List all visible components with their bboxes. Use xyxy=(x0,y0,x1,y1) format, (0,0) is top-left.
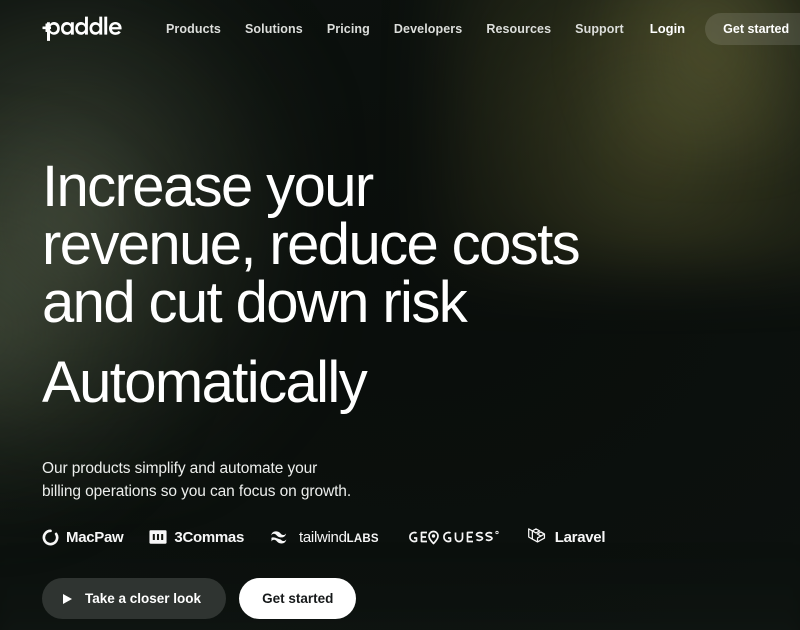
client-logo-tailwind-labs: tailwindLABS xyxy=(270,529,379,546)
main-nav: Products Solutions Pricing Developers Re… xyxy=(154,16,636,42)
client-logo-macpaw: MacPaw xyxy=(42,528,124,546)
client-name-3commas: 3Commas xyxy=(174,528,245,546)
play-icon xyxy=(63,593,72,604)
nav-item-resources[interactable]: Resources xyxy=(474,16,563,42)
client-name-laravel: Laravel xyxy=(554,528,606,546)
client-name-tailwind-labs: tailwindLABS xyxy=(299,529,379,546)
client-name-macpaw: MacPaw xyxy=(66,528,124,546)
subcopy-line-1: Our products simplify and automate your xyxy=(42,460,318,477)
subcopy-line-2: billing operations so you can focus on g… xyxy=(42,483,352,500)
nav-item-support[interactable]: Support xyxy=(563,16,636,42)
hero-get-started-button[interactable]: Get started xyxy=(239,578,357,619)
client-logo-laravel: Laravel xyxy=(526,526,605,548)
macpaw-arc-icon xyxy=(42,529,59,545)
take-a-closer-look-label: Take a closer look xyxy=(85,591,202,606)
headline-line-2: revenue, reduce costs xyxy=(42,212,581,277)
headline-line-3: and cut down risk xyxy=(42,270,468,335)
hero-cta-row: Take a closer look Get started xyxy=(42,578,800,619)
nav-item-solutions[interactable]: Solutions xyxy=(233,16,315,42)
hero-subcopy: Our products simplify and automate your … xyxy=(42,457,800,503)
hero-headline-emphasis: Automatically xyxy=(42,350,368,415)
login-link[interactable]: Login xyxy=(636,15,699,42)
client-logo-3commas: 3Commas xyxy=(149,528,244,546)
site-header: Products Solutions Pricing Developers Re… xyxy=(0,0,800,57)
hero-headline: Increase your revenue, reduce costs and … xyxy=(42,158,682,332)
header-get-started-label: Get started xyxy=(723,21,790,36)
threecommas-square-icon xyxy=(149,530,167,544)
nav-item-pricing[interactable]: Pricing xyxy=(315,16,382,42)
header-actions: Login Get started xyxy=(636,12,800,45)
take-a-closer-look-button[interactable]: Take a closer look xyxy=(42,578,227,619)
hero-section: Increase your revenue, reduce costs and … xyxy=(0,57,800,619)
page-root: Products Solutions Pricing Developers Re… xyxy=(0,0,800,630)
client-name-tailwind: tailwind xyxy=(299,528,347,546)
tailwind-wave-icon xyxy=(271,530,287,543)
headline-line-1: Increase your xyxy=(42,154,374,219)
nav-item-products[interactable]: Products xyxy=(154,16,233,42)
geoguessr-pin-icon xyxy=(408,530,499,545)
laravel-mark-icon xyxy=(527,528,545,543)
customer-logo-row: MacPaw 3Commas tailwindLABS Laravel xyxy=(42,526,800,548)
paddle-logo-icon xyxy=(42,16,122,41)
client-name-labs-suffix: LABS xyxy=(346,532,379,545)
paddle-logo[interactable] xyxy=(42,16,128,42)
header-get-started-button[interactable]: Get started xyxy=(705,12,800,45)
client-logo-geoguessr xyxy=(405,527,500,547)
nav-item-developers[interactable]: Developers xyxy=(382,16,474,42)
